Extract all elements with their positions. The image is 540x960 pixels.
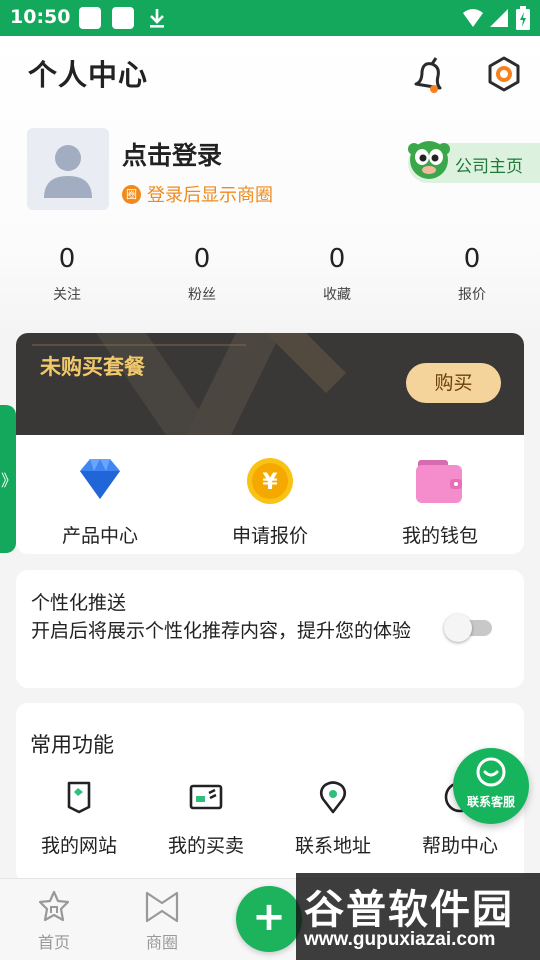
function-label: 联系地址 bbox=[294, 835, 371, 857]
customer-service-button[interactable]: 联系客服 bbox=[453, 748, 529, 824]
notification-icon bbox=[112, 7, 134, 29]
diamond-icon bbox=[80, 459, 120, 499]
yen-coin-icon: ¥ bbox=[247, 458, 293, 504]
company-homepage-button[interactable]: 公司主页 bbox=[408, 141, 540, 183]
settings-icon[interactable] bbox=[484, 54, 524, 94]
status-time: 10:50 bbox=[10, 6, 71, 28]
notification-icon bbox=[79, 7, 101, 29]
watermark: 谷普软件园 www.gupuxiazai.com bbox=[296, 873, 540, 960]
function-contact-address[interactable]: 联系地址 bbox=[273, 779, 393, 858]
bell-icon[interactable] bbox=[408, 54, 448, 94]
svg-text:¥: ¥ bbox=[262, 470, 278, 495]
stat-value: 0 bbox=[58, 244, 76, 274]
page-title: 个人中心 bbox=[28, 58, 149, 92]
stat-quotes[interactable]: 0 报价 bbox=[422, 244, 522, 304]
stat-favorites[interactable]: 0 收藏 bbox=[287, 244, 387, 304]
login-hint: 圈 登录后显示商圈 bbox=[122, 181, 273, 207]
stat-value: 0 bbox=[193, 244, 211, 274]
signal-icon bbox=[490, 9, 508, 27]
avatar[interactable] bbox=[27, 128, 109, 210]
service-label: 我的钱包 bbox=[401, 525, 478, 547]
status-bar: 10:50 bbox=[0, 0, 540, 36]
customer-service-label: 联系客服 bbox=[466, 795, 515, 809]
stats-row: 0 关注 0 粉丝 0 收藏 0 报价 bbox=[0, 244, 540, 308]
side-tab-label: 》 bbox=[1, 471, 18, 490]
mascot-icon bbox=[408, 141, 450, 179]
buy-button[interactable]: 购买 bbox=[406, 363, 501, 403]
push-description: 开启后将展示个性化推荐内容，提升您的体验 bbox=[31, 620, 412, 642]
trade-icon bbox=[189, 784, 223, 810]
personalized-push-card: 个性化推送 开启后将展示个性化推荐内容，提升您的体验 bbox=[16, 570, 524, 688]
headset-icon bbox=[476, 757, 506, 787]
battery-icon bbox=[516, 6, 530, 30]
user-avatar-icon bbox=[44, 145, 92, 198]
circle-badge-icon: 圈 bbox=[122, 184, 141, 204]
function-label: 我的买卖 bbox=[167, 835, 244, 857]
toggle-knob bbox=[444, 614, 472, 642]
website-icon bbox=[67, 781, 91, 814]
nav-label: 商圈 bbox=[145, 933, 178, 952]
stat-label: 关注 bbox=[53, 287, 81, 303]
stat-label: 粉丝 bbox=[188, 287, 216, 303]
package-status: 未购买套餐 bbox=[40, 355, 145, 379]
download-icon bbox=[150, 9, 164, 28]
function-label: 我的网站 bbox=[40, 835, 117, 857]
package-banner: 未购买套餐 购买 bbox=[16, 333, 524, 435]
nav-label: 首页 bbox=[37, 933, 70, 952]
service-product-center[interactable]: 产品中心 bbox=[30, 453, 170, 548]
package-card: 未购买套餐 购买 产品中心 ¥ 申请报价 我的钱包 bbox=[16, 333, 524, 554]
function-my-trade[interactable]: 我的买卖 bbox=[146, 779, 266, 858]
function-my-website[interactable]: 我的网站 bbox=[19, 779, 139, 858]
service-label: 产品中心 bbox=[61, 525, 138, 547]
service-request-quote[interactable]: ¥ 申请报价 bbox=[200, 453, 340, 548]
stat-label: 收藏 bbox=[323, 287, 351, 303]
add-button[interactable]: + bbox=[236, 886, 302, 952]
personalize-toggle[interactable] bbox=[444, 614, 492, 642]
service-label: 申请报价 bbox=[231, 525, 308, 547]
watermark-logo: 谷普软件园 bbox=[304, 887, 514, 933]
common-functions-card: 常用功能 我的网站 我的买卖 联系地址 帮助中心 bbox=[16, 703, 524, 883]
stat-follow[interactable]: 0 关注 bbox=[17, 244, 117, 304]
company-homepage-label: 公司主页 bbox=[455, 157, 523, 177]
circle-icon bbox=[145, 891, 179, 923]
section-title: 常用功能 bbox=[30, 733, 114, 757]
wifi-icon bbox=[463, 9, 483, 27]
nav-home[interactable]: 首页 bbox=[14, 889, 94, 953]
function-label: 帮助中心 bbox=[421, 835, 498, 857]
nav-business-circle[interactable]: 商圈 bbox=[122, 889, 202, 953]
push-title: 个性化推送 bbox=[31, 592, 127, 614]
location-icon bbox=[319, 781, 347, 814]
login-prompt[interactable]: 点击登录 bbox=[122, 136, 222, 172]
side-expand-tab[interactable]: 》 bbox=[0, 405, 18, 553]
stat-label: 报价 bbox=[458, 287, 486, 303]
home-icon bbox=[38, 890, 70, 922]
watermark-url: www.gupuxiazai.com bbox=[304, 929, 496, 950]
stat-value: 0 bbox=[328, 244, 346, 274]
service-wallet[interactable]: 我的钱包 bbox=[370, 453, 510, 548]
stat-value: 0 bbox=[463, 244, 481, 274]
login-hint-text: 登录后显示商圈 bbox=[147, 185, 273, 206]
stat-fans[interactable]: 0 粉丝 bbox=[152, 244, 252, 304]
wallet-icon bbox=[416, 460, 462, 503]
